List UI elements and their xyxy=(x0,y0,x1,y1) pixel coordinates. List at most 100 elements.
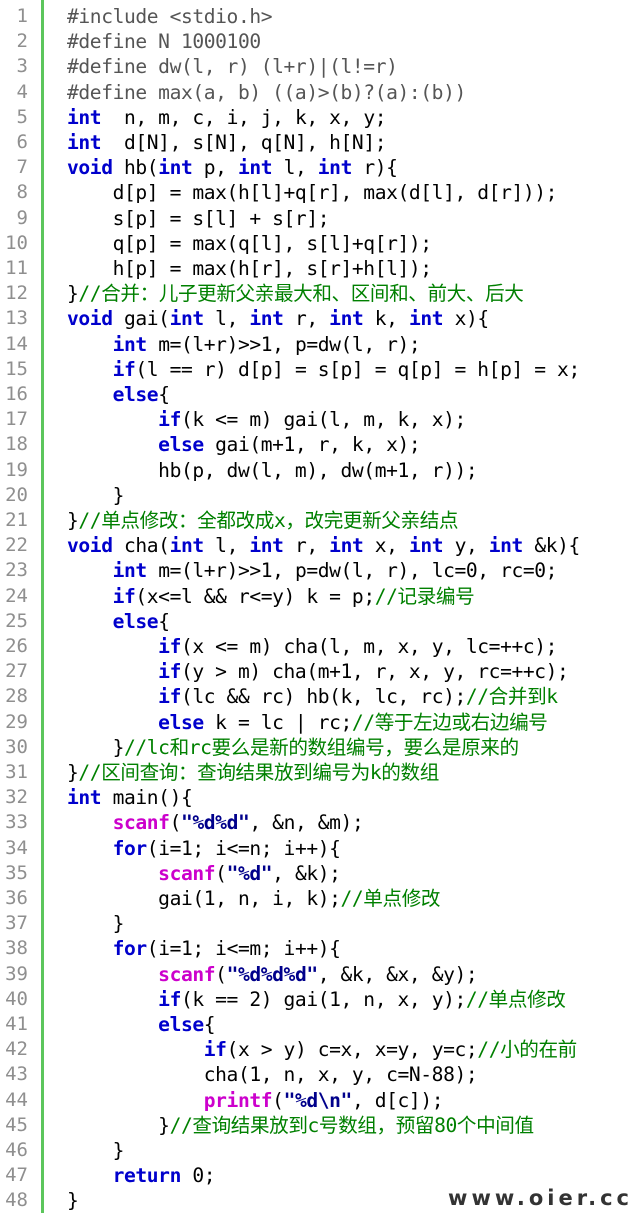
code-token: h[p] = max(h[r], s[r]+h[l]); xyxy=(67,257,433,280)
keyword-token: int xyxy=(169,534,205,558)
line-number: 15 xyxy=(5,357,28,380)
code-token: r, xyxy=(283,307,330,331)
code-text: if(lc && rc) hb(k, lc, rc);//合并到k xyxy=(67,684,558,709)
code-text: d[p] = max(h[l]+q[r], max(d[l], d[r])); xyxy=(67,180,558,205)
code-line: 24 if(x<=l && r<=y) k = p;//记录编号 xyxy=(0,584,643,609)
line-number: 4 xyxy=(16,80,28,103)
code-token: 0; xyxy=(180,1164,216,1188)
code-token: y, xyxy=(443,534,489,558)
keyword-token: int xyxy=(249,307,284,331)
keyword-token: int xyxy=(329,307,364,331)
code-token: (l == r) d[p] = s[p] = q[p] = h[p] = x; xyxy=(135,357,580,381)
code-token: (x<=l && r<=y) k = p; xyxy=(135,584,375,608)
keyword-token: int xyxy=(169,307,205,331)
preprocessor-token: #define dw(l, r) (l+r)|(l!=r) xyxy=(67,55,398,79)
line-number: 20 xyxy=(5,483,28,506)
keyword-token: if xyxy=(112,584,136,608)
keyword-token: int xyxy=(112,332,148,356)
function-token: scanf xyxy=(158,861,216,885)
code-line: 25 else{ xyxy=(0,609,643,634)
code-token: ( xyxy=(215,962,227,986)
code-line: 22 void cha(int l, int r, int x, int y, i… xyxy=(0,533,643,558)
line-number: 33 xyxy=(5,811,28,834)
line-number: 45 xyxy=(5,1113,28,1136)
code-text: if(x <= m) cha(l, m, x, y, lc=++c); xyxy=(67,634,557,659)
code-text: void hb(int p, int l, int r){ xyxy=(67,155,398,180)
code-token: (x <= m) cha(l, m, x, y, lc=++c); xyxy=(180,635,558,658)
keyword-token: else xyxy=(158,1013,204,1036)
code-token: , &k, &x, &y); xyxy=(317,962,478,986)
code-line: 41 else{ xyxy=(0,1012,643,1037)
code-token: (lc && rc) hb(k, lc, rc); xyxy=(180,685,466,709)
string-token: "%d\n" xyxy=(283,1088,353,1112)
code-line: 29 else k = lc | rc;//等于左边或右边编号 xyxy=(0,710,643,735)
line-number: 27 xyxy=(5,660,28,683)
keyword-token: int xyxy=(408,534,444,558)
code-line: 40 if(k == 2) gai(1, n, x, y);//单点修改 xyxy=(0,987,643,1012)
code-line: 35 scanf("%d", &k); xyxy=(0,861,643,886)
code-token: , &n, &m); xyxy=(249,811,364,835)
line-number: 8 xyxy=(16,181,28,204)
keyword-token: if xyxy=(158,635,181,658)
code-line: 17 if(k <= m) gai(l, m, k, x); xyxy=(0,407,643,432)
code-text: } xyxy=(67,911,125,936)
code-token: k, xyxy=(363,307,409,331)
code-token: (y > m) cha(m+1, r, x, y, rc=++c); xyxy=(180,660,569,684)
code-text: #define max(a, b) ((a)>(b)?(a):(b)) xyxy=(67,80,466,105)
code-text: int main(){ xyxy=(67,785,193,810)
comment-token: //小的在前 xyxy=(477,1038,577,1062)
keyword-token: int xyxy=(488,534,524,558)
code-token: r, xyxy=(283,534,330,558)
line-number: 42 xyxy=(5,1038,28,1061)
code-line: 1 #include <stdio.h> xyxy=(0,4,643,29)
code-line: 34 for(i=1; i<=n; i++){ xyxy=(0,836,643,861)
line-number: 14 xyxy=(5,332,28,355)
code-line: 27 if(y > m) cha(m+1, r, x, y, rc=++c); xyxy=(0,659,643,684)
line-number: 13 xyxy=(5,307,28,330)
code-token: r){ xyxy=(351,156,398,180)
code-line: 3 #define dw(l, r) (l+r)|(l!=r) xyxy=(0,54,643,79)
code-token: { xyxy=(203,1013,216,1036)
line-number: 23 xyxy=(5,559,28,582)
code-line: 5 int n, m, c, i, j, k, x, y; xyxy=(0,105,643,130)
keyword-token: else xyxy=(158,710,204,734)
comment-token: //等于左边或右边编号 xyxy=(351,710,548,734)
code-token: k = lc | rc; xyxy=(203,710,352,734)
line-number: 36 xyxy=(5,887,28,909)
code-text: void gai(int l, int r, int k, int x){ xyxy=(67,306,489,331)
code-text: else k = lc | rc;//等于左边或右边编号 xyxy=(67,710,548,735)
line-number: 26 xyxy=(5,635,28,657)
line-number: 39 xyxy=(5,962,28,985)
preprocessor-token: #include <stdio.h> xyxy=(67,5,273,28)
code-token: } xyxy=(67,282,79,306)
code-token: s[p] = s[l] + s[r]; xyxy=(67,206,330,230)
code-text: for(i=1; i<=m; i++){ xyxy=(67,936,341,961)
comment-token: //合并到k xyxy=(465,685,558,709)
code-token: d[p] = max(h[l]+q[r], max(d[l], d[r])); xyxy=(67,181,558,205)
code-text: if(l == r) d[p] = s[p] = q[p] = h[p] = x… xyxy=(67,357,581,382)
line-number: 29 xyxy=(5,710,28,733)
code-line: 10 q[p] = max(q[l], s[l]+q[r]); xyxy=(0,231,643,256)
code-token: } xyxy=(67,735,125,759)
code-text: else{ xyxy=(67,1012,215,1037)
code-line: 20 } xyxy=(0,483,643,508)
code-token: gai( xyxy=(112,307,170,331)
line-number: 37 xyxy=(5,912,28,935)
comment-token: //合并：儿子更新父亲最大和、区间和、前大、后大 xyxy=(78,282,524,306)
code-line: 33 scanf("%d%d", &n, &m); xyxy=(0,810,643,835)
line-number: 40 xyxy=(5,987,28,1010)
code-line: 26 if(x <= m) cha(l, m, x, y, lc=++c); xyxy=(0,634,643,659)
code-token: (i=1; i<=m; i++){ xyxy=(146,937,341,961)
keyword-token: if xyxy=(112,357,136,381)
code-token: (k <= m) gai(l, m, k, x); xyxy=(180,408,466,432)
keyword-token: int xyxy=(408,307,444,331)
line-number: 5 xyxy=(16,105,28,128)
code-token: ( xyxy=(272,1088,284,1112)
